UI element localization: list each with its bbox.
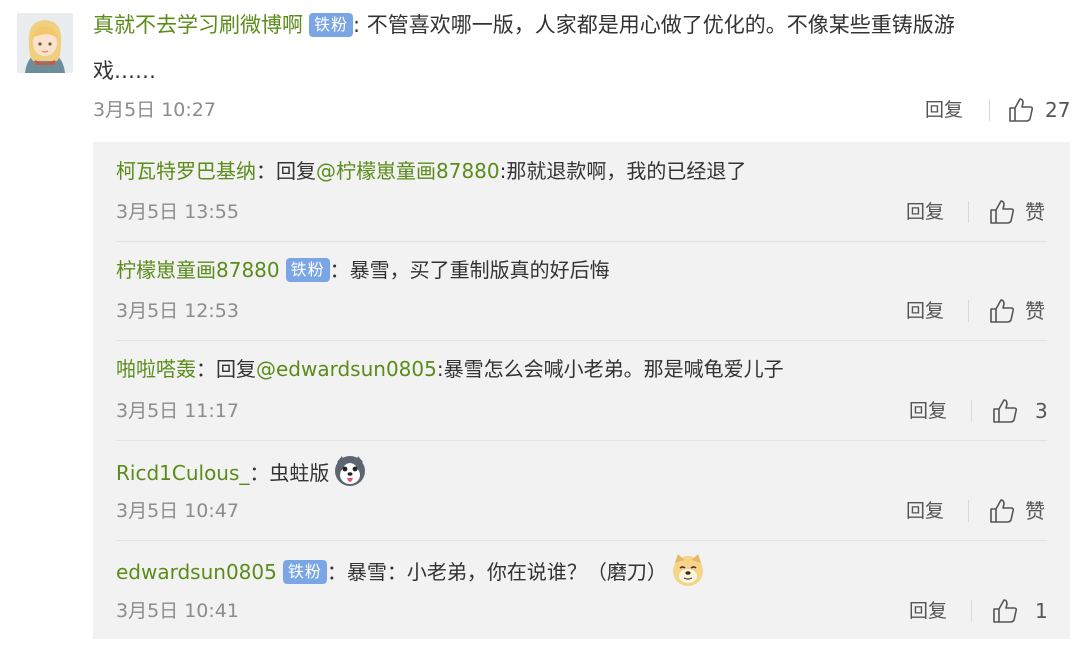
reply-username[interactable]: 柠檬崽童画87880: [116, 258, 280, 282]
like-count: 1: [1035, 599, 1048, 623]
comment-actions: 回复 27: [925, 96, 1075, 124]
reply-actions: 回复 赞: [906, 198, 1056, 226]
comment-username[interactable]: 真就不去学习刷微博啊: [93, 13, 303, 37]
like-count: 3: [1035, 399, 1048, 423]
reply-body: :暴雪怎么会喊小老弟。那是喊龟爱儿子: [436, 357, 784, 381]
reply-date: 3月5日 13:55: [116, 201, 239, 223]
reply-text: 柯瓦特罗巴基纳：回复@柠檬崽童画87880:那就退款啊，我的已经退了: [116, 156, 746, 186]
reply-text: Ricd1Culous_：虫蛀版: [116, 454, 367, 496]
reply-date: 3月5日 10:41: [116, 600, 239, 622]
action-divider: [971, 400, 972, 422]
reply-username[interactable]: edwardsun0805: [116, 560, 277, 584]
reply-button[interactable]: 回复: [925, 96, 963, 124]
husky-emoji-icon: [333, 454, 367, 496]
thumbs-up-icon[interactable]: [1007, 96, 1035, 124]
thumbs-up-icon[interactable]: [988, 497, 1016, 525]
reply-text: 柠檬崽童画87880 铁粉 ：暴雪，买了重制版真的好后悔: [116, 255, 610, 285]
action-divider: [971, 600, 972, 622]
reply-body: 暴雪：小老弟，你在说谁？（磨刀）: [346, 560, 667, 584]
comment-text-line-2: 戏……: [93, 59, 156, 83]
reply-separator: ：: [326, 560, 347, 584]
comment-body: 不管喜欢哪一版，人家都是用心做了优化的。不像某些重铸版游: [366, 13, 955, 37]
reply-date: 3月5日 12:53: [116, 300, 239, 322]
reply-divider: [116, 241, 1047, 242]
reply-actions: 回复 赞: [906, 297, 1056, 325]
action-divider: [968, 300, 969, 322]
reply-separator: ：: [256, 159, 276, 183]
reply-username[interactable]: Ricd1Culous_: [116, 461, 249, 485]
reply-actions: 回复 1: [909, 597, 1059, 625]
reply-username[interactable]: 啪啦嗒轰: [116, 357, 196, 381]
doge-emoji-icon: [671, 553, 705, 595]
like-count: 27: [1045, 98, 1071, 122]
reply-username[interactable]: 柯瓦特罗巴基纳: [116, 159, 256, 183]
fan-badge: 铁粉: [309, 13, 354, 37]
action-divider: [968, 201, 969, 223]
reply-button[interactable]: 回复: [909, 597, 947, 625]
thumbs-up-icon[interactable]: [988, 297, 1016, 325]
action-divider: [968, 500, 969, 522]
like-label[interactable]: 赞: [1025, 297, 1045, 325]
reply-prefix: 回复: [216, 357, 256, 381]
comment-date: 3月5日 10:27: [93, 99, 216, 121]
like-label[interactable]: 赞: [1025, 497, 1045, 525]
reply-actions: 回复 赞: [906, 497, 1056, 525]
reply-body: 暴雪，买了重制版真的好后悔: [349, 258, 610, 282]
comment-separator: :: [353, 13, 367, 37]
avatar[interactable]: [17, 13, 73, 73]
reply-button[interactable]: 回复: [909, 397, 947, 425]
reply-text: edwardsun0805 铁粉 ：暴雪：小老弟，你在说谁？（磨刀）: [116, 553, 705, 595]
action-divider: [989, 99, 990, 121]
like-label[interactable]: 赞: [1025, 198, 1045, 226]
thumbs-up-icon[interactable]: [988, 198, 1016, 226]
reply-actions: 回复 3: [909, 397, 1059, 425]
reply-button[interactable]: 回复: [906, 297, 944, 325]
reply-date: 3月5日 10:47: [116, 500, 239, 522]
reply-date: 3月5日 11:17: [116, 400, 239, 422]
reply-list: 柯瓦特罗巴基纳：回复@柠檬崽童画87880:那就退款啊，我的已经退了 3月5日 …: [93, 142, 1070, 639]
reply-divider: [116, 440, 1047, 441]
fan-badge: 铁粉: [285, 258, 330, 282]
reply-body: 虫蛀版: [269, 461, 330, 485]
thumbs-up-icon[interactable]: [991, 597, 1019, 625]
reply-separator: ：: [329, 258, 350, 282]
reply-button[interactable]: 回复: [906, 198, 944, 226]
reply-mention[interactable]: @柠檬崽童画87880: [316, 159, 500, 183]
reply-button[interactable]: 回复: [906, 497, 944, 525]
fan-badge: 铁粉: [282, 560, 327, 584]
reply-text: 啪啦嗒轰：回复@edwardsun0805:暴雪怎么会喊小老弟。那是喊龟爱儿子: [116, 354, 784, 384]
reply-mention[interactable]: @edwardsun0805: [256, 357, 437, 381]
reply-body: :那就退款啊，我的已经退了: [499, 159, 747, 183]
reply-separator: ：: [249, 461, 270, 485]
reply-prefix: 回复: [276, 159, 316, 183]
thumbs-up-icon[interactable]: [991, 397, 1019, 425]
reply-separator: ：: [196, 357, 216, 381]
reply-divider: [116, 540, 1047, 541]
comment-text-line-1: 真就不去学习刷微博啊 铁粉: 不管喜欢哪一版，人家都是用心做了优化的。不像某些重铸…: [93, 3, 1053, 47]
reply-divider: [116, 340, 1047, 341]
